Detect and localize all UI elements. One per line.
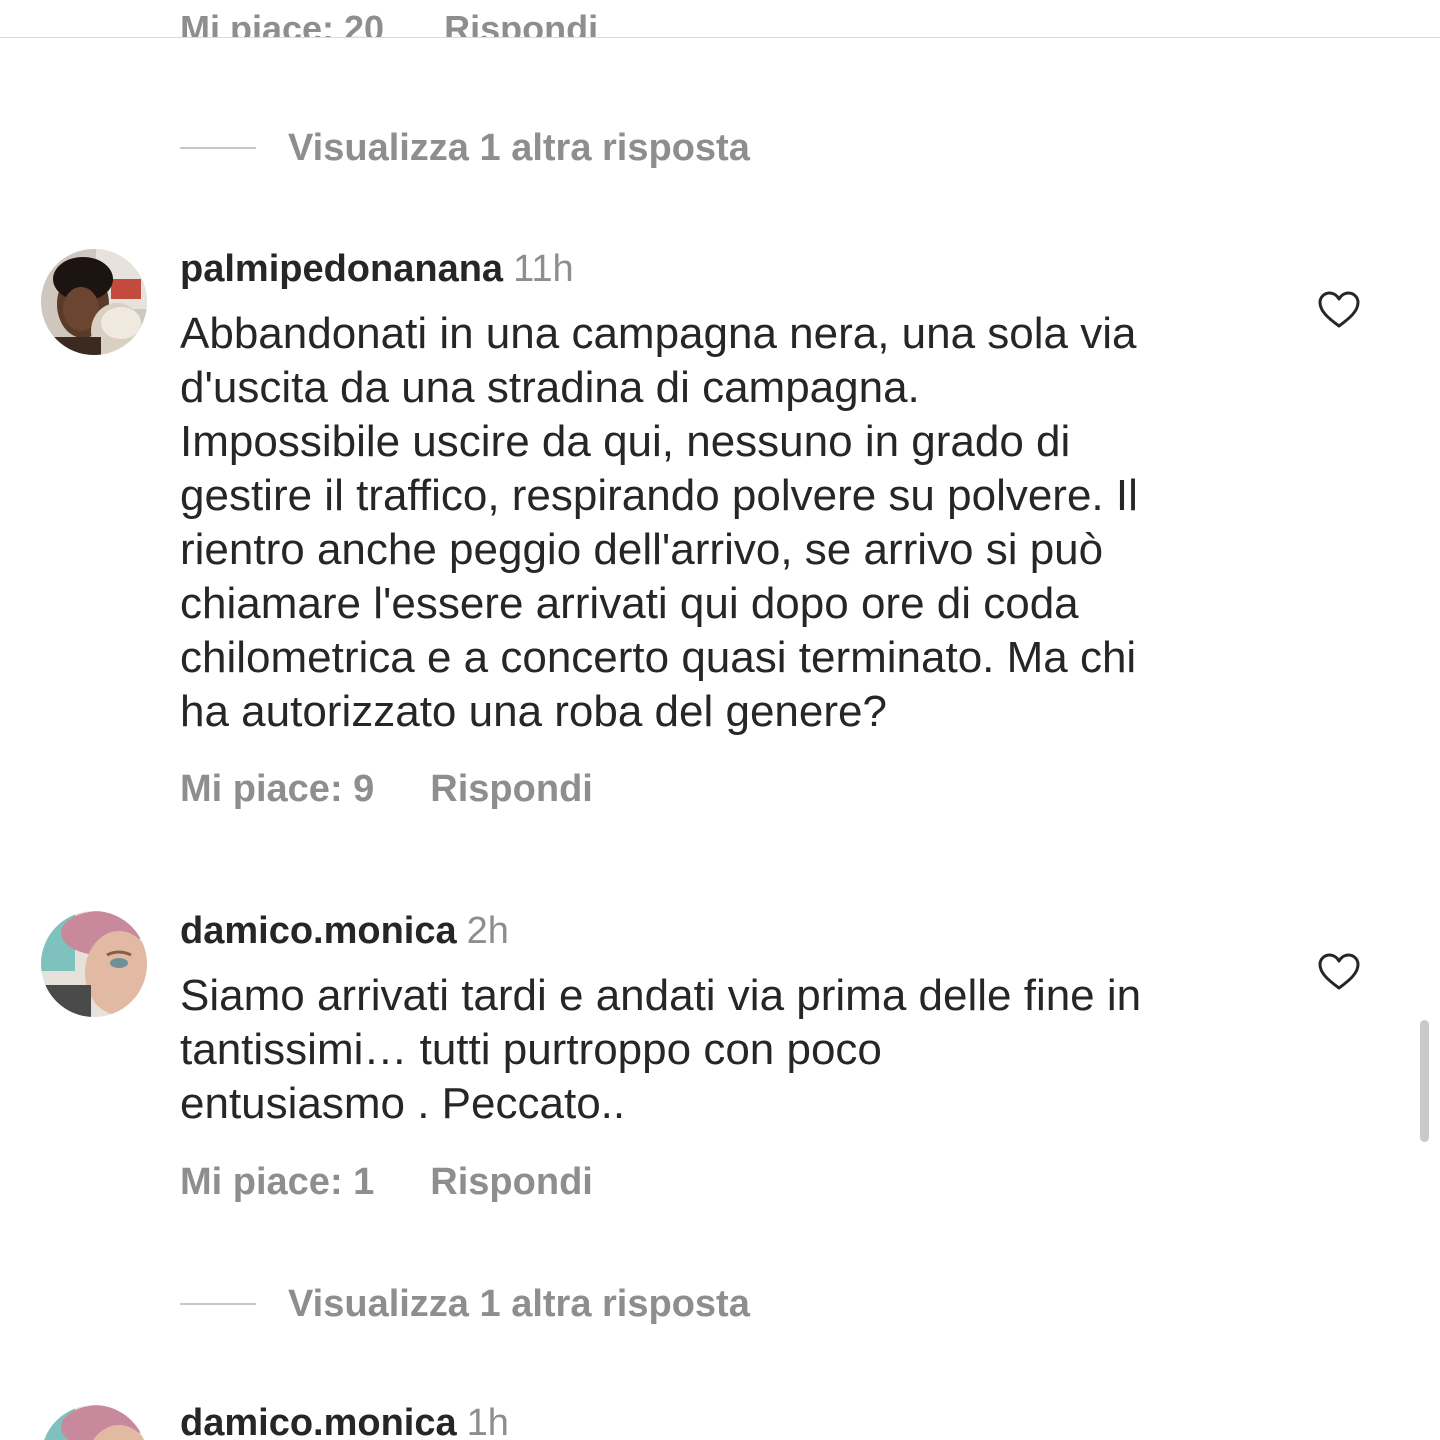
comment-header: damico.monica 2h <box>180 910 509 953</box>
comment-text: Abbandonati in una campagna nera, una so… <box>180 309 1138 736</box>
scrollbar[interactable] <box>1420 1020 1429 1142</box>
comments-screen: Mi piace: 20 Rispondi Visualizza 1 altra… <box>0 0 1440 1440</box>
view-replies-label: Visualizza 1 altra risposta <box>288 1282 750 1325</box>
avatar-photo <box>41 911 147 1017</box>
comment-header: palmipedonanana 11h <box>180 248 574 291</box>
heart-outline-icon[interactable] <box>1318 291 1360 329</box>
username[interactable]: damico.monica <box>180 910 457 952</box>
username[interactable]: damico.monica <box>180 1402 457 1440</box>
comment-time: 2h <box>466 910 509 952</box>
comment-time: 1h <box>466 1402 509 1440</box>
comment-actions: Mi piace: 1 Rispondi <box>180 1161 593 1204</box>
heart-outline-icon[interactable] <box>1318 953 1360 991</box>
likes-count[interactable]: Mi piace: 20 <box>180 8 384 37</box>
comment-text: Siamo arrivati tardi e andati via prima … <box>180 971 1142 1128</box>
comment-header: damico.monica 1h <box>180 1402 509 1440</box>
likes-count[interactable]: Mi piace: 9 <box>180 768 374 810</box>
view-replies-button[interactable]: Visualizza 1 altra risposta <box>180 1282 750 1325</box>
replies-divider-line <box>180 1303 256 1305</box>
avatar[interactable] <box>41 249 147 355</box>
view-replies-button[interactable]: Visualizza 1 altra risposta <box>180 126 750 169</box>
partial-comment-actions: Mi piace: 20 Rispondi <box>0 0 1440 37</box>
avatar-photo <box>41 249 147 355</box>
likes-count[interactable]: Mi piace: 1 <box>180 1161 374 1203</box>
reply-button[interactable]: Rispondi <box>430 768 593 810</box>
reply-button[interactable]: Rispondi <box>444 8 598 37</box>
reply-button[interactable]: Rispondi <box>430 1161 593 1203</box>
avatar-photo <box>41 1405 147 1440</box>
username[interactable]: palmipedonanana <box>180 248 503 290</box>
comment-time: 11h <box>513 248 574 290</box>
view-replies-label: Visualizza 1 altra risposta <box>288 126 750 169</box>
avatar[interactable] <box>41 911 147 1017</box>
replies-divider-line <box>180 147 256 149</box>
header-divider <box>0 37 1440 38</box>
avatar[interactable] <box>41 1405 147 1440</box>
comment-actions: Mi piace: 9 Rispondi <box>180 768 593 811</box>
